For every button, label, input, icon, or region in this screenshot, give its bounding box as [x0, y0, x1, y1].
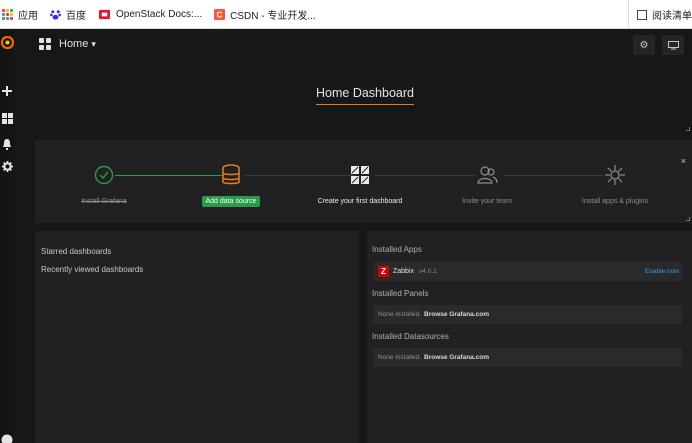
step-install-grafana: Install Grafana: [44, 162, 164, 205]
none-installed-text: None installed.: [378, 354, 421, 361]
step-label: Install apps & plugins: [581, 198, 649, 205]
database-icon: [222, 164, 240, 185]
dashboard-list-panel: Starred dashboards Recently viewed dashb…: [35, 231, 359, 443]
plugin-name: Zabbix: [393, 268, 415, 275]
chevron-down-icon: ▾: [91, 38, 96, 49]
reading-list-icon: [637, 9, 647, 20]
dashboard-settings-button[interactable]: ⚙: [633, 35, 655, 55]
team-icon: [477, 166, 498, 184]
close-icon[interactable]: ×: [681, 156, 686, 166]
add-data-source-button[interactable]: Add data source: [201, 196, 261, 207]
csdn-icon: C: [214, 8, 226, 20]
bookmark-label: 应用: [18, 10, 38, 22]
browse-grafana-link[interactable]: Browse Grafana.com: [424, 311, 489, 318]
bookmark-apps[interactable]: 应用: [2, 0, 38, 29]
step-install-apps[interactable]: Install apps & plugins: [555, 162, 675, 205]
step-label: Install Grafana: [81, 198, 127, 205]
step-label: Invite your team: [462, 198, 512, 205]
resize-handle-icon[interactable]: [686, 127, 690, 131]
page-title: Home Dashboard: [316, 86, 414, 105]
plugins-icon: [605, 165, 625, 185]
dashboards-grid-icon[interactable]: [0, 113, 14, 124]
sidemenu: [0, 29, 14, 443]
installed-apps-heading: Installed Apps: [372, 245, 422, 254]
bookmark-openstack[interactable]: OpenStack Docs:...: [98, 0, 202, 29]
none-installed-text: None installed.: [378, 311, 421, 318]
gear-icon[interactable]: [0, 161, 14, 172]
installed-panels-heading: Installed Panels: [372, 289, 429, 298]
step-label: Create your first dashboard: [317, 198, 403, 205]
new-dashboard-icon: [351, 166, 369, 184]
plugin-list-panel: Installed Apps Z Zabbix v4.0.1 Enable no…: [367, 231, 692, 443]
plugin-row-zabbix[interactable]: Z Zabbix v4.0.1 Enable now: [373, 262, 682, 281]
plugin-version: v4.0.1: [419, 268, 437, 275]
starred-dashboards-heading: Starred dashboards: [41, 247, 112, 256]
step-invite-team[interactable]: Invite your team: [427, 162, 547, 205]
datasources-empty-row: None installed. Browse Grafana.com: [373, 348, 682, 367]
baidu-paw-icon: [50, 9, 61, 20]
browser-bookmarks-bar: 应用 百度 OpenStack Docs:... C CSDN - 专业开发..…: [0, 0, 692, 29]
resize-handle-icon[interactable]: [686, 217, 690, 221]
dashboard-picker[interactable]: Home ▾: [39, 38, 96, 50]
bookmark-csdn[interactable]: C CSDN - 专业开发...: [214, 0, 316, 29]
bookmark-label: 百度: [66, 10, 86, 22]
bookmark-baidu[interactable]: 百度: [50, 0, 86, 29]
bookmark-label: CSDN - 专业开发...: [230, 10, 316, 22]
enable-now-link[interactable]: Enable now: [645, 268, 679, 275]
check-circle-icon: [94, 165, 114, 185]
getting-started-panel: × Install Grafana Add data source Create…: [35, 140, 692, 223]
step-add-data-source[interactable]: Add data source: [171, 162, 291, 208]
grafana-logo-icon[interactable]: [0, 36, 14, 49]
panels-empty-row: None installed. Browse Grafana.com: [373, 305, 682, 324]
apps-grid-icon: [2, 8, 13, 20]
recent-dashboards-heading: Recently viewed dashboards: [41, 265, 144, 274]
zabbix-logo-icon: Z: [378, 266, 389, 277]
dashboards-grid-icon: [39, 38, 51, 50]
bookmark-label: OpenStack Docs:...: [116, 8, 203, 20]
step-create-dashboard[interactable]: Create your first dashboard: [300, 162, 420, 205]
dashboard-header-panel: Home Dashboard: [14, 61, 692, 133]
gear-icon: ⚙: [639, 39, 649, 51]
browse-grafana-link[interactable]: Browse Grafana.com: [424, 354, 489, 361]
navbar: Home ▾ ⚙: [14, 29, 692, 61]
dashboard-picker-label: Home: [59, 38, 89, 50]
svg-text:C: C: [217, 10, 223, 19]
openstack-icon: [99, 9, 110, 19]
plus-icon[interactable]: [0, 86, 14, 96]
alert-bell-icon[interactable]: [0, 139, 14, 150]
tv-mode-button[interactable]: [662, 35, 684, 55]
monitor-icon: [667, 40, 679, 49]
user-avatar-icon[interactable]: [0, 434, 14, 443]
reading-list-label: 阅读清单: [652, 11, 692, 22]
reading-list[interactable]: 阅读清单: [628, 0, 692, 29]
installed-datasources-heading: Installed Datasources: [372, 332, 449, 341]
